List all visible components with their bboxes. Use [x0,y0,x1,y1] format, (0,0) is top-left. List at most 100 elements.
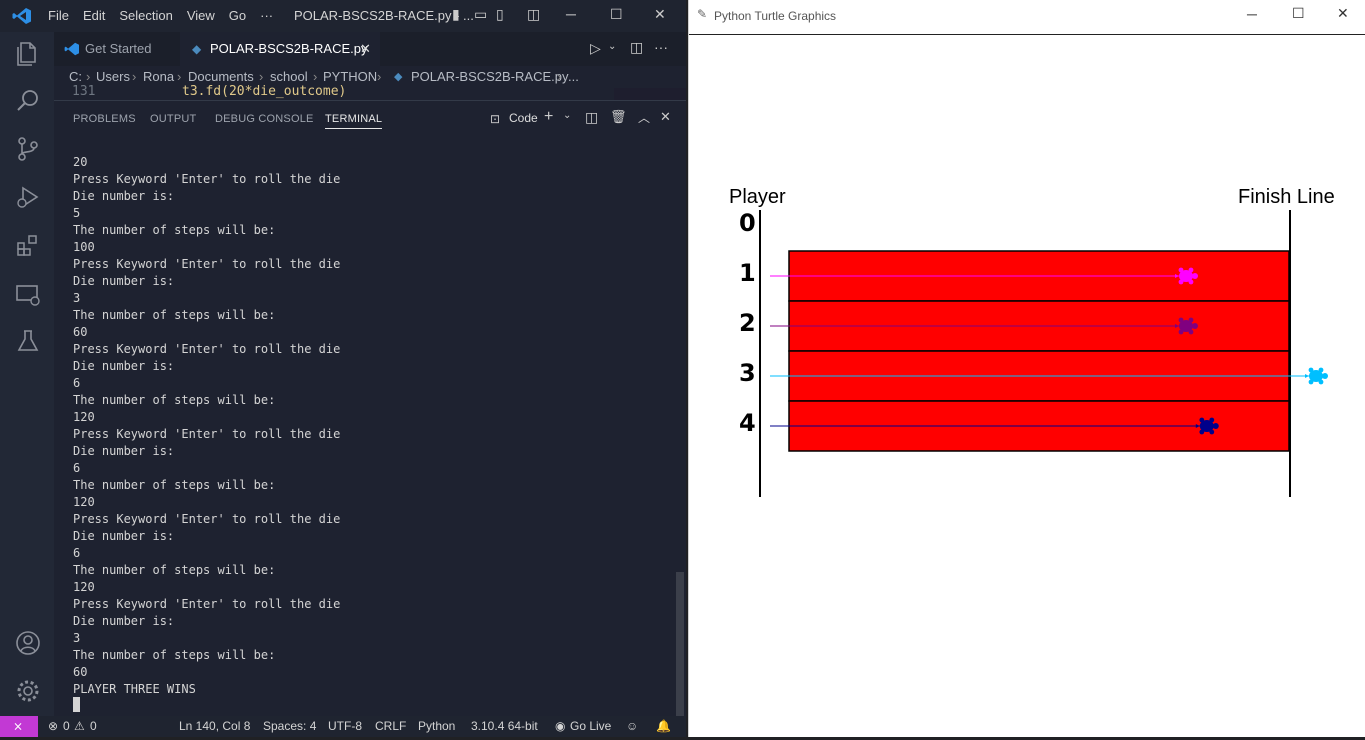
code-text: t3.fd(20*die_outcome) [182,84,347,99]
terminal-line: The number of steps will be: [73,478,276,492]
search-icon[interactable] [15,88,41,114]
extensions-icon[interactable] [15,232,41,258]
terminal-line: Press Keyword 'Enter' to roll the die [73,257,341,271]
terminal[interactable]: 20 Press Keyword 'Enter' to roll the die D… [54,138,686,716]
testing-icon[interactable] [15,328,41,354]
terminal-line: 120 [73,410,95,424]
tab-output[interactable]: OUTPUT [150,113,196,125]
turtle-window: ✎ Python Turtle Graphics ─ ☐ ✕ Player Fi… [688,0,1365,737]
tab-label: POLAR-BSCS2B-RACE.py [210,41,368,56]
lane-number: 2 [739,309,756,337]
remote-explorer-icon[interactable] [15,282,41,308]
terminal-line: 6 [73,546,81,560]
terminal-line: Die number is: [73,444,175,458]
toggle-panel-icon[interactable]: ▭ [474,6,487,23]
tab-terminal[interactable]: TERMINAL [325,113,383,129]
more-actions-icon[interactable]: ··· [654,39,668,55]
minimize-icon[interactable]: ─ [566,6,576,22]
terminal-profile-label[interactable]: Code [509,111,538,125]
tab-close-icon[interactable]: ✕ [360,32,371,66]
source-control-icon[interactable] [15,136,41,162]
go-live-button[interactable]: Go Live [570,716,611,737]
title-bar: File Edit Selection View Go ··· POLAR-BS… [0,0,686,32]
terminal-line: 6 [73,461,81,475]
feedback-icon[interactable]: ☺ [626,716,638,737]
turtle-canvas[interactable]: Player Finish Line 0 1 2 3 4 [689,34,1365,738]
vscode-logo-icon [12,8,31,24]
menu-go[interactable]: Go [229,8,246,23]
toggle-secondary-sidebar-icon[interactable]: ▯ [496,6,504,23]
accounts-icon[interactable] [15,630,41,656]
vscode-window: File Edit Selection View Go ··· POLAR-BS… [0,0,686,737]
line-number: 131 [72,84,96,99]
lane-number: 4 [739,409,756,437]
line-ending[interactable]: CRLF [375,716,406,737]
turtle-player-3 [1305,367,1328,385]
split-terminal-icon[interactable]: ◫ [585,109,598,126]
new-terminal-icon[interactable]: + [544,108,553,126]
close-panel-icon[interactable]: ✕ [660,109,671,125]
menu-bar: File Edit Selection View Go ··· [48,8,287,23]
menu-edit[interactable]: Edit [83,8,105,23]
lane-number: 3 [739,359,756,387]
tab-get-started[interactable]: Get Started [54,32,180,66]
close-icon[interactable]: ✕ [654,6,666,23]
encoding[interactable]: UTF-8 [328,716,362,737]
terminal-cursor [73,697,80,712]
python-interpreter[interactable]: 3.10.4 64-bit [471,716,538,737]
terminal-dropdown-chevron-icon[interactable]: ⌄ [563,110,571,121]
close-icon[interactable]: ✕ [1337,5,1349,22]
terminal-scrollbar[interactable] [676,572,684,716]
lane-number: 0 [739,209,756,237]
warnings-count[interactable]: 0 [90,716,97,737]
tab-debug-console[interactable]: DEBUG CONSOLE [215,113,314,125]
terminal-line: Die number is: [73,614,175,628]
tab-race-py[interactable]: ◆ POLAR-BSCS2B-RACE.py ✕ [180,32,380,66]
settings-gear-icon[interactable] [15,678,41,704]
turtle-title-bar: ✎ Python Turtle Graphics ─ ☐ ✕ [689,0,1365,31]
maximize-panel-icon[interactable]: ︿ [638,109,650,126]
terminal-line: The number of steps will be: [73,648,276,662]
language-mode[interactable]: Python [418,716,455,737]
run-python-file-icon[interactable]: ▷ [590,40,601,57]
toggle-sidebar-icon[interactable]: ▮ [452,6,460,23]
terminal-line: Press Keyword 'Enter' to roll the die [73,597,341,611]
terminal-line: Die number is: [73,274,175,288]
split-editor-icon[interactable]: ◫ [630,39,643,56]
terminal-line: The number of steps will be: [73,308,276,322]
explorer-icon[interactable] [15,40,41,66]
menu-selection[interactable]: Selection [119,8,172,23]
menu-more[interactable]: ··· [260,8,273,23]
tab-problems[interactable]: PROBLEMS [73,113,136,125]
terminal-line: Die number is: [73,359,175,373]
run-menu-chevron-icon[interactable]: ⌄ [608,41,616,52]
notifications-bell-icon[interactable]: 🔔 [656,716,671,737]
customize-layout-icon[interactable]: ◫ [527,6,540,23]
status-bar: ⨯ ⊗ 0 ⚠ 0 Ln 140, Col 8 Spaces: 4 UTF-8 … [0,716,686,737]
terminal-line: Press Keyword 'Enter' to roll the die [73,172,341,186]
indentation[interactable]: Spaces: 4 [263,716,316,737]
terminal-output: 20 Press Keyword 'Enter' to roll the die D… [73,154,340,698]
terminal-line: 20 [73,155,88,169]
terminal-line: Press Keyword 'Enter' to roll the die [73,427,341,441]
panel-header: PROBLEMS OUTPUT DEBUG CONSOLE TERMINAL ⊡… [54,100,686,139]
maximize-icon[interactable]: ☐ [1292,5,1305,22]
terminal-line: The number of steps will be: [73,393,276,407]
trash-icon[interactable]: 🗑 [610,109,627,125]
remote-indicator[interactable]: ⨯ [0,716,38,737]
minimize-icon[interactable]: ─ [1247,6,1257,22]
terminal-line: 120 [73,495,95,509]
code-editor-line[interactable]: 131 t3.fd(20*die_outcome) [54,84,614,100]
race-drawing: Player Finish Line 0 1 2 3 4 [729,186,1335,497]
terminal-line: Die number is: [73,189,175,203]
menu-view[interactable]: View [187,8,215,23]
broadcast-icon: ◉ [555,719,566,733]
maximize-icon[interactable]: ☐ [610,6,623,23]
errors-count[interactable]: 0 [63,716,70,737]
menu-file[interactable]: File [48,8,69,23]
cursor-position[interactable]: Ln 140, Col 8 [179,716,250,737]
run-debug-icon[interactable] [15,184,41,210]
editor-tabs: Get Started ◆ POLAR-BSCS2B-RACE.py ✕ ▷ ⌄… [54,32,686,66]
terminal-line: Press Keyword 'Enter' to roll the die [73,342,341,356]
terminal-line: Die number is: [73,529,175,543]
